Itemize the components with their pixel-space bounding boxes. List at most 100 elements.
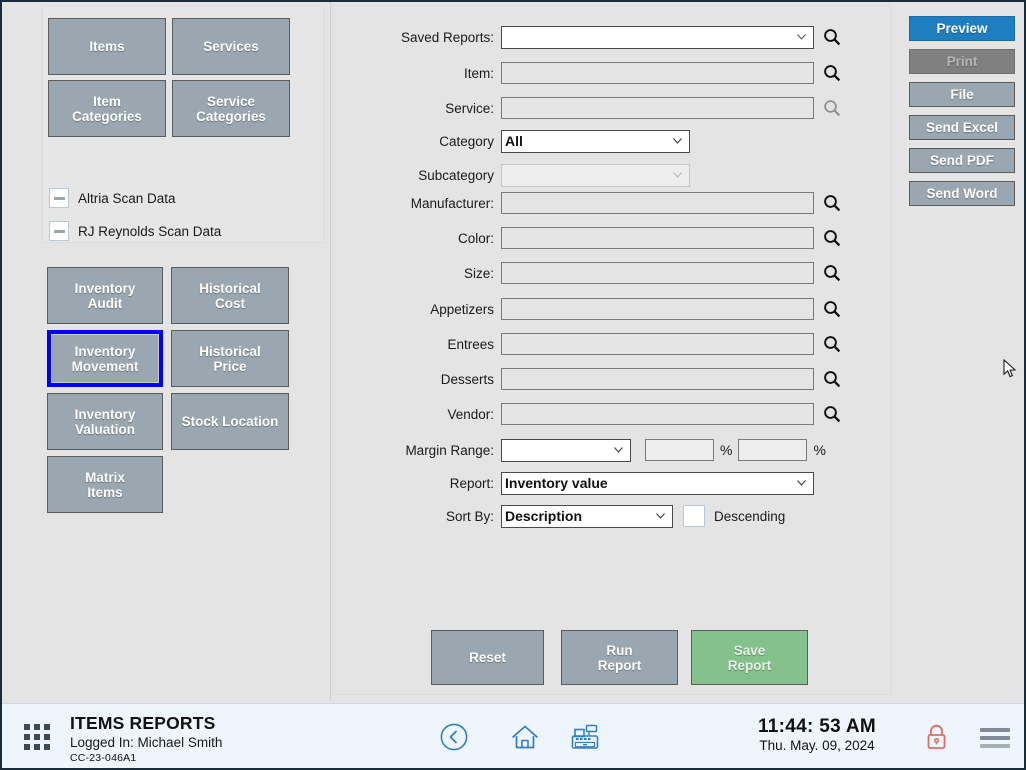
send-pdf-button[interactable]: Send PDF bbox=[909, 148, 1015, 173]
run-report-button[interactable]: Run Report bbox=[561, 630, 678, 685]
report-tile-stock-location[interactable]: Stock Location bbox=[171, 393, 289, 450]
tile-label: Matrix Items bbox=[85, 469, 125, 500]
search-icon-entrees[interactable] bbox=[823, 335, 841, 353]
vendor-input[interactable] bbox=[501, 403, 814, 425]
logged-in-user: Logged In: Michael Smith bbox=[70, 735, 223, 750]
sidebar-tile-items[interactable]: Items bbox=[48, 18, 166, 75]
label-subcategory: Subcategory bbox=[418, 167, 494, 183]
search-icon-size[interactable] bbox=[823, 264, 841, 282]
label-sort-by: Sort By: bbox=[445, 508, 494, 524]
service-input bbox=[501, 97, 814, 119]
label-color: Color: bbox=[457, 230, 494, 246]
tile-label: Inventory Movement bbox=[71, 343, 139, 374]
label-size: Size: bbox=[463, 265, 494, 281]
label-report: Report: bbox=[449, 475, 494, 491]
report-tile-historical-price[interactable]: Historical Price bbox=[171, 330, 289, 387]
entity-selector-panel: Items Services Item Categories Service Cat… bbox=[42, 5, 324, 243]
tile-label: Items bbox=[89, 39, 125, 54]
checkbox-altria-scan-data[interactable] bbox=[49, 188, 69, 208]
tile-label: Inventory Valuation bbox=[74, 406, 136, 437]
checkbox-descending[interactable] bbox=[683, 505, 705, 527]
label-item: Item: bbox=[463, 65, 494, 81]
field-row-subcategory: Subcategory bbox=[333, 162, 893, 188]
label-manufacturer: Manufacturer: bbox=[410, 195, 494, 211]
checkbox-rj-reynolds-scan-data[interactable] bbox=[49, 221, 69, 241]
cash-register-icon[interactable] bbox=[570, 722, 600, 752]
margin-to-input[interactable] bbox=[738, 439, 808, 461]
lock-icon[interactable] bbox=[924, 723, 949, 751]
sidebar-tile-service-categories[interactable]: Service Categories bbox=[172, 80, 290, 137]
file-button[interactable]: File bbox=[909, 82, 1015, 107]
sidebar-divider bbox=[330, 2, 331, 701]
scan-data-row-rj-reynolds[interactable]: RJ Reynolds Scan Data bbox=[49, 221, 221, 241]
search-icon-manufacturer[interactable] bbox=[823, 194, 841, 212]
subcategory-select-wrap bbox=[501, 163, 690, 187]
tile-label: Stock Location bbox=[181, 414, 279, 429]
saved-reports-select[interactable] bbox=[501, 25, 814, 49]
label-appetizers: Appetizers bbox=[430, 301, 494, 317]
search-icon-item[interactable] bbox=[823, 64, 841, 82]
manufacturer-input[interactable] bbox=[501, 192, 814, 214]
search-icon-desserts[interactable] bbox=[823, 370, 841, 388]
desserts-input[interactable] bbox=[501, 368, 814, 390]
field-row-entrees: Entrees bbox=[333, 331, 893, 357]
field-row-appetizers: Appetizers bbox=[333, 296, 893, 322]
search-icon-vendor[interactable] bbox=[823, 405, 841, 423]
button-label: File bbox=[950, 87, 974, 102]
margin-operator-select[interactable] bbox=[501, 438, 631, 462]
field-row-service: Service: bbox=[333, 95, 893, 121]
report-select-wrap: Inventory value bbox=[501, 471, 814, 495]
field-row-category: Category All bbox=[333, 128, 893, 154]
sidebar-tile-item-categories[interactable]: Item Categories bbox=[48, 80, 166, 137]
tile-label: Item Categories bbox=[72, 93, 142, 124]
send-word-button[interactable]: Send Word bbox=[909, 181, 1015, 206]
home-icon[interactable] bbox=[510, 723, 540, 751]
app-title-block: ITEMS REPORTS Logged In: Michael Smith C… bbox=[70, 713, 400, 764]
save-report-button[interactable]: Save Report bbox=[691, 630, 808, 685]
label-saved-reports: Saved Reports: bbox=[400, 29, 494, 45]
scan-data-row-altria[interactable]: Altria Scan Data bbox=[49, 188, 176, 208]
search-icon-color[interactable] bbox=[823, 229, 841, 247]
label-margin-range: Margin Range: bbox=[405, 442, 494, 458]
report-tile-historical-cost[interactable]: Historical Cost bbox=[171, 267, 289, 324]
sidebar-tile-services[interactable]: Services bbox=[172, 18, 290, 75]
tile-label: Historical Cost bbox=[199, 280, 261, 311]
field-row-size: Size: bbox=[333, 260, 893, 286]
apps-grid-icon[interactable] bbox=[24, 724, 50, 750]
search-icon-saved-reports[interactable] bbox=[823, 28, 841, 46]
category-select[interactable]: All bbox=[501, 129, 690, 153]
report-tile-inventory-audit[interactable]: Inventory Audit bbox=[47, 267, 163, 324]
label-descending: Descending bbox=[714, 508, 786, 524]
hamburger-menu-icon[interactable] bbox=[980, 728, 1010, 748]
field-row-sort-by: Sort By: Description Descending bbox=[333, 503, 893, 529]
button-label: Reset bbox=[469, 650, 506, 665]
back-icon[interactable] bbox=[440, 723, 468, 751]
search-icon-appetizers[interactable] bbox=[823, 300, 841, 318]
button-label: Print bbox=[946, 54, 978, 69]
report-tile-inventory-valuation[interactable]: Inventory Valuation bbox=[47, 393, 163, 450]
application-window: Items Services Item Categories Service Cat… bbox=[0, 0, 1026, 770]
label-vendor: Vendor: bbox=[447, 406, 494, 422]
field-row-report: Report: Inventory value bbox=[333, 470, 893, 496]
subcategory-select bbox=[501, 163, 690, 187]
scan-data-label: RJ Reynolds Scan Data bbox=[78, 223, 222, 239]
reset-button[interactable]: Reset bbox=[431, 630, 544, 685]
size-input[interactable] bbox=[501, 262, 814, 284]
entrees-input[interactable] bbox=[501, 333, 814, 355]
field-row-vendor: Vendor: bbox=[333, 401, 893, 427]
left-sidebar: Items Services Item Categories Service Cat… bbox=[2, 2, 328, 701]
percent-sign-from: % bbox=[720, 442, 733, 458]
report-tile-matrix-items[interactable]: Matrix Items bbox=[47, 456, 163, 513]
send-excel-button[interactable]: Send Excel bbox=[909, 115, 1015, 140]
preview-button[interactable]: Preview bbox=[909, 16, 1015, 41]
report-tile-inventory-movement[interactable]: Inventory Movement bbox=[47, 330, 163, 387]
sort-by-select[interactable]: Description bbox=[501, 504, 673, 528]
report-filter-form: Saved Reports: Item: Service: Category A… bbox=[332, 5, 1017, 695]
color-input[interactable] bbox=[501, 227, 814, 249]
report-select[interactable]: Inventory value bbox=[501, 471, 814, 495]
field-row-desserts: Desserts bbox=[333, 366, 893, 392]
item-input[interactable] bbox=[501, 62, 814, 84]
output-actions-column: Preview Print File Send Excel Send PDF S… bbox=[894, 2, 1026, 701]
appetizers-input[interactable] bbox=[501, 298, 814, 320]
margin-from-input[interactable] bbox=[645, 439, 714, 461]
